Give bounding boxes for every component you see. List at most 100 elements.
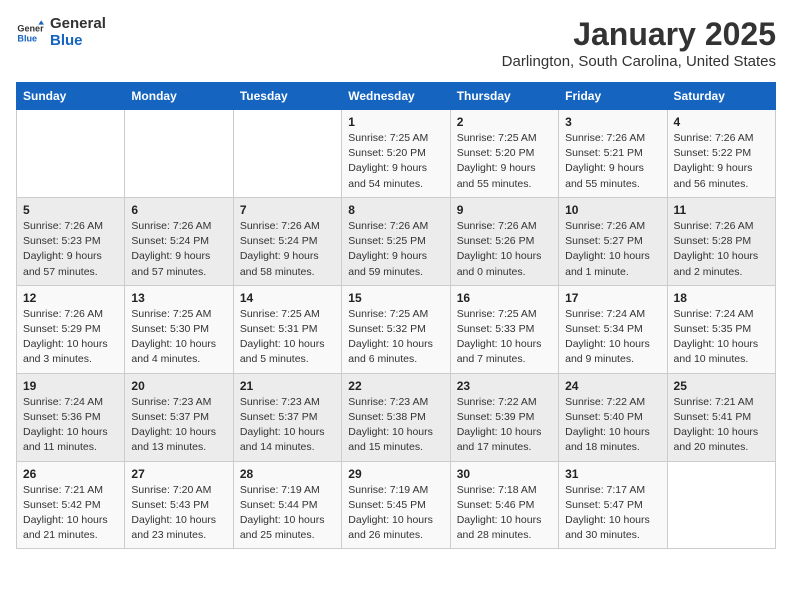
day-info: Sunrise: 7:26 AM Sunset: 5:27 PM Dayligh… bbox=[565, 219, 660, 280]
day-info: Sunrise: 7:25 AM Sunset: 5:20 PM Dayligh… bbox=[457, 131, 552, 192]
day-number: 21 bbox=[240, 379, 335, 393]
calendar-cell: 2 Sunrise: 7:25 AM Sunset: 5:20 PM Daylig… bbox=[450, 110, 558, 198]
calendar-cell bbox=[125, 110, 233, 198]
calendar-cell: 22 Sunrise: 7:23 AM Sunset: 5:38 PM Dayli… bbox=[342, 373, 450, 461]
calendar-cell: 21Sunrise: 7:23 AM Sunset: 5:37 PM Dayli… bbox=[233, 373, 341, 461]
day-info: Sunrise: 7:19 AM Sunset: 5:44 PM Dayligh… bbox=[240, 483, 335, 544]
calendar-cell: 8 Sunrise: 7:26 AM Sunset: 5:25 PM Daylig… bbox=[342, 197, 450, 285]
day-info: Sunrise: 7:21 AM Sunset: 5:41 PM Dayligh… bbox=[674, 395, 769, 456]
calendar-cell: 1 Sunrise: 7:25 AM Sunset: 5:20 PM Daylig… bbox=[342, 110, 450, 198]
logo-general: General bbox=[50, 16, 106, 33]
header-day-saturday: Saturday bbox=[667, 83, 775, 110]
day-number: 6 bbox=[131, 203, 226, 217]
day-info: Sunrise: 7:23 AM Sunset: 5:38 PM Dayligh… bbox=[348, 395, 443, 456]
day-info: Sunrise: 7:25 AM Sunset: 5:20 PM Dayligh… bbox=[348, 131, 443, 192]
calendar-cell: 18 Sunrise: 7:24 AM Sunset: 5:35 PM Dayli… bbox=[667, 285, 775, 373]
day-number: 12 bbox=[23, 291, 118, 305]
calendar-cell: 10 Sunrise: 7:26 AM Sunset: 5:27 PM Dayli… bbox=[559, 197, 667, 285]
day-number: 4 bbox=[674, 115, 769, 129]
calendar-cell bbox=[667, 461, 775, 549]
day-info: Sunrise: 7:17 AM Sunset: 5:47 PM Dayligh… bbox=[565, 483, 660, 544]
calendar-cell: 3Sunrise: 7:26 AM Sunset: 5:21 PM Daylig… bbox=[559, 110, 667, 198]
logo: General Blue General Blue bbox=[16, 16, 106, 49]
header-day-thursday: Thursday bbox=[450, 83, 558, 110]
calendar-cell: 15Sunrise: 7:25 AM Sunset: 5:32 PM Dayli… bbox=[342, 285, 450, 373]
day-number: 29 bbox=[348, 467, 443, 481]
week-row-3: 12 Sunrise: 7:26 AM Sunset: 5:29 PM Dayli… bbox=[17, 285, 776, 373]
day-number: 20 bbox=[131, 379, 226, 393]
day-number: 3 bbox=[565, 115, 660, 129]
calendar-cell: 26 Sunrise: 7:21 AM Sunset: 5:42 PM Dayli… bbox=[17, 461, 125, 549]
calendar-cell: 11Sunrise: 7:26 AM Sunset: 5:28 PM Dayli… bbox=[667, 197, 775, 285]
day-info: Sunrise: 7:26 AM Sunset: 5:26 PM Dayligh… bbox=[457, 219, 552, 280]
day-number: 1 bbox=[348, 115, 443, 129]
logo-blue: Blue bbox=[50, 33, 106, 50]
calendar-cell: 7 Sunrise: 7:26 AM Sunset: 5:24 PM Daylig… bbox=[233, 197, 341, 285]
day-number: 24 bbox=[565, 379, 660, 393]
header-day-monday: Monday bbox=[125, 83, 233, 110]
day-number: 26 bbox=[23, 467, 118, 481]
day-number: 28 bbox=[240, 467, 335, 481]
calendar-cell: 12 Sunrise: 7:26 AM Sunset: 5:29 PM Dayli… bbox=[17, 285, 125, 373]
calendar-cell: 24 Sunrise: 7:22 AM Sunset: 5:40 PM Dayli… bbox=[559, 373, 667, 461]
day-info: Sunrise: 7:25 AM Sunset: 5:30 PM Dayligh… bbox=[131, 307, 226, 368]
day-info: Sunrise: 7:18 AM Sunset: 5:46 PM Dayligh… bbox=[457, 483, 552, 544]
calendar-cell: 16 Sunrise: 7:25 AM Sunset: 5:33 PM Dayli… bbox=[450, 285, 558, 373]
day-info: Sunrise: 7:26 AM Sunset: 5:22 PM Dayligh… bbox=[674, 131, 769, 192]
day-number: 25 bbox=[674, 379, 769, 393]
calendar-cell: 9 Sunrise: 7:26 AM Sunset: 5:26 PM Daylig… bbox=[450, 197, 558, 285]
day-number: 14 bbox=[240, 291, 335, 305]
day-info: Sunrise: 7:19 AM Sunset: 5:45 PM Dayligh… bbox=[348, 483, 443, 544]
calendar-cell: 6Sunrise: 7:26 AM Sunset: 5:24 PM Daylig… bbox=[125, 197, 233, 285]
day-info: Sunrise: 7:20 AM Sunset: 5:43 PM Dayligh… bbox=[131, 483, 226, 544]
page-header: General Blue General Blue January 2025 D… bbox=[16, 16, 776, 70]
week-row-2: 5 Sunrise: 7:26 AM Sunset: 5:23 PM Daylig… bbox=[17, 197, 776, 285]
calendar-cell: 4 Sunrise: 7:26 AM Sunset: 5:22 PM Daylig… bbox=[667, 110, 775, 198]
day-number: 30 bbox=[457, 467, 552, 481]
day-info: Sunrise: 7:26 AM Sunset: 5:23 PM Dayligh… bbox=[23, 219, 118, 280]
month-title: January 2025 bbox=[502, 16, 776, 53]
calendar-cell: 23 Sunrise: 7:22 AM Sunset: 5:39 PM Dayli… bbox=[450, 373, 558, 461]
day-info: Sunrise: 7:24 AM Sunset: 5:34 PM Dayligh… bbox=[565, 307, 660, 368]
calendar-cell: 5 Sunrise: 7:26 AM Sunset: 5:23 PM Daylig… bbox=[17, 197, 125, 285]
day-info: Sunrise: 7:26 AM Sunset: 5:29 PM Dayligh… bbox=[23, 307, 118, 368]
day-number: 8 bbox=[348, 203, 443, 217]
day-number: 27 bbox=[131, 467, 226, 481]
day-info: Sunrise: 7:24 AM Sunset: 5:35 PM Dayligh… bbox=[674, 307, 769, 368]
calendar-cell: 19Sunrise: 7:24 AM Sunset: 5:36 PM Dayli… bbox=[17, 373, 125, 461]
day-info: Sunrise: 7:24 AM Sunset: 5:36 PM Dayligh… bbox=[23, 395, 118, 456]
week-row-1: 1 Sunrise: 7:25 AM Sunset: 5:20 PM Daylig… bbox=[17, 110, 776, 198]
day-number: 22 bbox=[348, 379, 443, 393]
calendar-cell: 29 Sunrise: 7:19 AM Sunset: 5:45 PM Dayli… bbox=[342, 461, 450, 549]
day-number: 2 bbox=[457, 115, 552, 129]
day-number: 23 bbox=[457, 379, 552, 393]
day-info: Sunrise: 7:21 AM Sunset: 5:42 PM Dayligh… bbox=[23, 483, 118, 544]
day-info: Sunrise: 7:25 AM Sunset: 5:33 PM Dayligh… bbox=[457, 307, 552, 368]
calendar-cell: 27 Sunrise: 7:20 AM Sunset: 5:43 PM Dayli… bbox=[125, 461, 233, 549]
day-info: Sunrise: 7:25 AM Sunset: 5:31 PM Dayligh… bbox=[240, 307, 335, 368]
header-day-friday: Friday bbox=[559, 83, 667, 110]
header-day-tuesday: Tuesday bbox=[233, 83, 341, 110]
calendar-cell: 14 Sunrise: 7:25 AM Sunset: 5:31 PM Dayli… bbox=[233, 285, 341, 373]
header-day-wednesday: Wednesday bbox=[342, 83, 450, 110]
calendar-cell: 17Sunrise: 7:24 AM Sunset: 5:34 PM Dayli… bbox=[559, 285, 667, 373]
calendar-cell: 30 Sunrise: 7:18 AM Sunset: 5:46 PM Dayli… bbox=[450, 461, 558, 549]
day-info: Sunrise: 7:26 AM Sunset: 5:25 PM Dayligh… bbox=[348, 219, 443, 280]
day-info: Sunrise: 7:22 AM Sunset: 5:40 PM Dayligh… bbox=[565, 395, 660, 456]
day-info: Sunrise: 7:26 AM Sunset: 5:24 PM Dayligh… bbox=[240, 219, 335, 280]
week-row-4: 19Sunrise: 7:24 AM Sunset: 5:36 PM Dayli… bbox=[17, 373, 776, 461]
calendar-cell: 20Sunrise: 7:23 AM Sunset: 5:37 PM Dayli… bbox=[125, 373, 233, 461]
day-number: 5 bbox=[23, 203, 118, 217]
day-number: 10 bbox=[565, 203, 660, 217]
calendar-cell bbox=[17, 110, 125, 198]
day-number: 31 bbox=[565, 467, 660, 481]
day-number: 7 bbox=[240, 203, 335, 217]
logo-icon: General Blue bbox=[16, 19, 44, 47]
day-number: 9 bbox=[457, 203, 552, 217]
location-subtitle: Darlington, South Carolina, United State… bbox=[502, 53, 776, 70]
day-number: 16 bbox=[457, 291, 552, 305]
calendar-cell bbox=[233, 110, 341, 198]
day-number: 18 bbox=[674, 291, 769, 305]
day-info: Sunrise: 7:22 AM Sunset: 5:39 PM Dayligh… bbox=[457, 395, 552, 456]
day-info: Sunrise: 7:25 AM Sunset: 5:32 PM Dayligh… bbox=[348, 307, 443, 368]
